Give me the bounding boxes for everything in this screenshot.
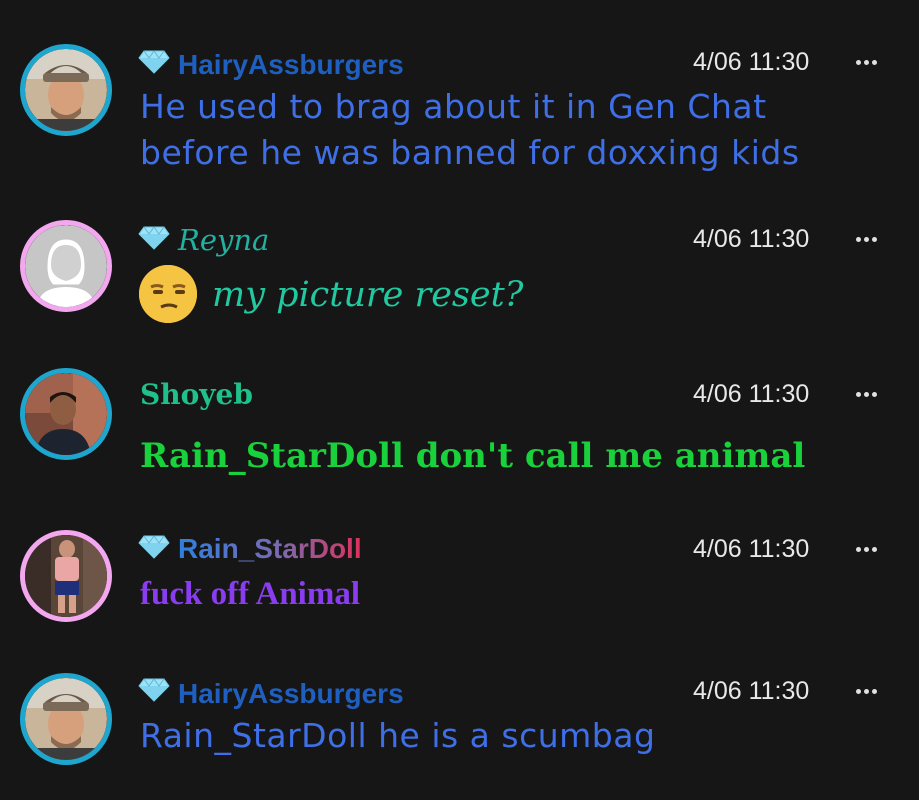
username[interactable]: HairyAssburgers (178, 49, 404, 81)
message-text: fuck off Animal (140, 576, 361, 612)
message-text: my picture reset? (212, 275, 524, 315)
avatar[interactable] (20, 220, 112, 312)
message-text: Rain_StarDoll he is a scumbag (140, 716, 656, 755)
avatar-photo-icon (25, 373, 107, 455)
username[interactable]: Shoyeb (140, 378, 253, 411)
avatar-photo-icon (25, 678, 107, 760)
timestamp: 4/06 11:30 (693, 380, 810, 408)
avatar[interactable] (20, 530, 112, 622)
username[interactable]: HairyAssburgers (178, 678, 404, 710)
timestamp: 4/06 11:30 (693, 225, 810, 253)
avatar-photo-icon (25, 49, 107, 131)
more-options-icon[interactable] (856, 57, 882, 67)
diamond-gem-icon (138, 226, 170, 250)
timestamp: 4/06 11:30 (693, 677, 810, 705)
more-options-icon[interactable] (856, 544, 882, 554)
diamond-gem-icon (138, 50, 170, 74)
message-line: before he was banned for doxxing kids (140, 133, 800, 172)
avatar[interactable] (20, 44, 112, 136)
message-text: He used to brag about it in Gen Chat bef… (140, 84, 800, 176)
diamond-gem-icon (138, 678, 170, 702)
more-options-icon[interactable] (856, 686, 882, 696)
username[interactable]: Rain_StarDoll (178, 533, 362, 565)
default-avatar-icon (25, 225, 107, 307)
message-text: Rain_StarDoll don't call me animal (140, 436, 806, 476)
message-line: He used to brag about it in Gen Chat (140, 87, 767, 126)
more-options-icon[interactable] (856, 234, 882, 244)
more-options-icon[interactable] (856, 389, 882, 399)
avatar[interactable] (20, 673, 112, 765)
diamond-gem-icon (138, 535, 170, 559)
timestamp: 4/06 11:30 (693, 535, 810, 563)
avatar-photo-icon (25, 535, 107, 617)
timestamp: 4/06 11:30 (693, 48, 810, 76)
unamused-face-icon (139, 265, 197, 323)
username[interactable]: Reyna (178, 223, 269, 257)
avatar[interactable] (20, 368, 112, 460)
